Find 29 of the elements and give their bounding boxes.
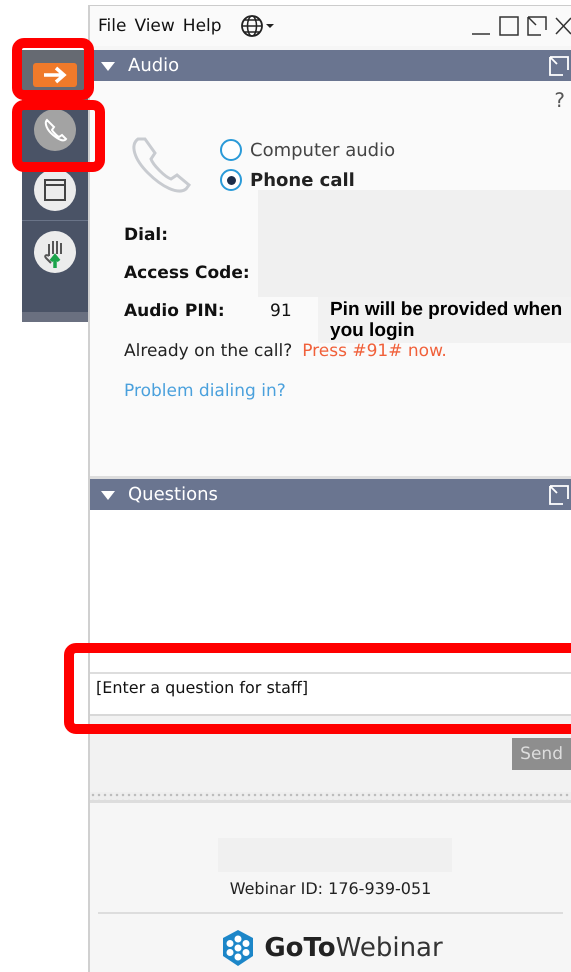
annotation-note: Pin will be provided when you login	[318, 297, 571, 343]
menu-item[interactable]: View	[134, 16, 175, 36]
menu-item[interactable]: Help	[182, 16, 222, 36]
already-on-call-text: Already on the call?	[124, 341, 292, 361]
field-value: 91	[270, 301, 292, 321]
section-header[interactable]: Questions	[90, 479, 571, 510]
undock-icon[interactable]	[527, 16, 547, 36]
close-icon[interactable]	[555, 16, 571, 36]
field-label: Dial:	[124, 225, 170, 245]
menu-item[interactable]: File	[98, 16, 126, 36]
help-icon[interactable]: ?	[554, 88, 565, 112]
field-label: Audio PIN:	[124, 301, 226, 321]
maximize-icon[interactable]	[499, 16, 519, 36]
question-input[interactable]: [Enter a question for staff]	[90, 674, 571, 716]
phone-icon	[33, 108, 77, 152]
radio-option[interactable]: Computer audio	[220, 139, 396, 161]
press-code-text: Press #91# now.	[302, 341, 447, 361]
popout-icon[interactable]	[549, 56, 569, 76]
globe-icon[interactable]	[240, 14, 276, 38]
brand-name: GoToWebinar	[264, 933, 443, 963]
webinar-id-text: Webinar ID: 176-939-051	[230, 879, 432, 898]
section-title: Audio	[128, 55, 180, 76]
section-title: Questions	[128, 484, 218, 505]
radio-option[interactable]: Phone call	[220, 169, 396, 191]
popout-icon[interactable]	[549, 484, 569, 504]
collapse-icon	[100, 488, 116, 500]
field-label: Access Code:	[124, 263, 251, 283]
raise-hand-icon	[33, 230, 77, 274]
collapse-icon	[100, 60, 116, 72]
